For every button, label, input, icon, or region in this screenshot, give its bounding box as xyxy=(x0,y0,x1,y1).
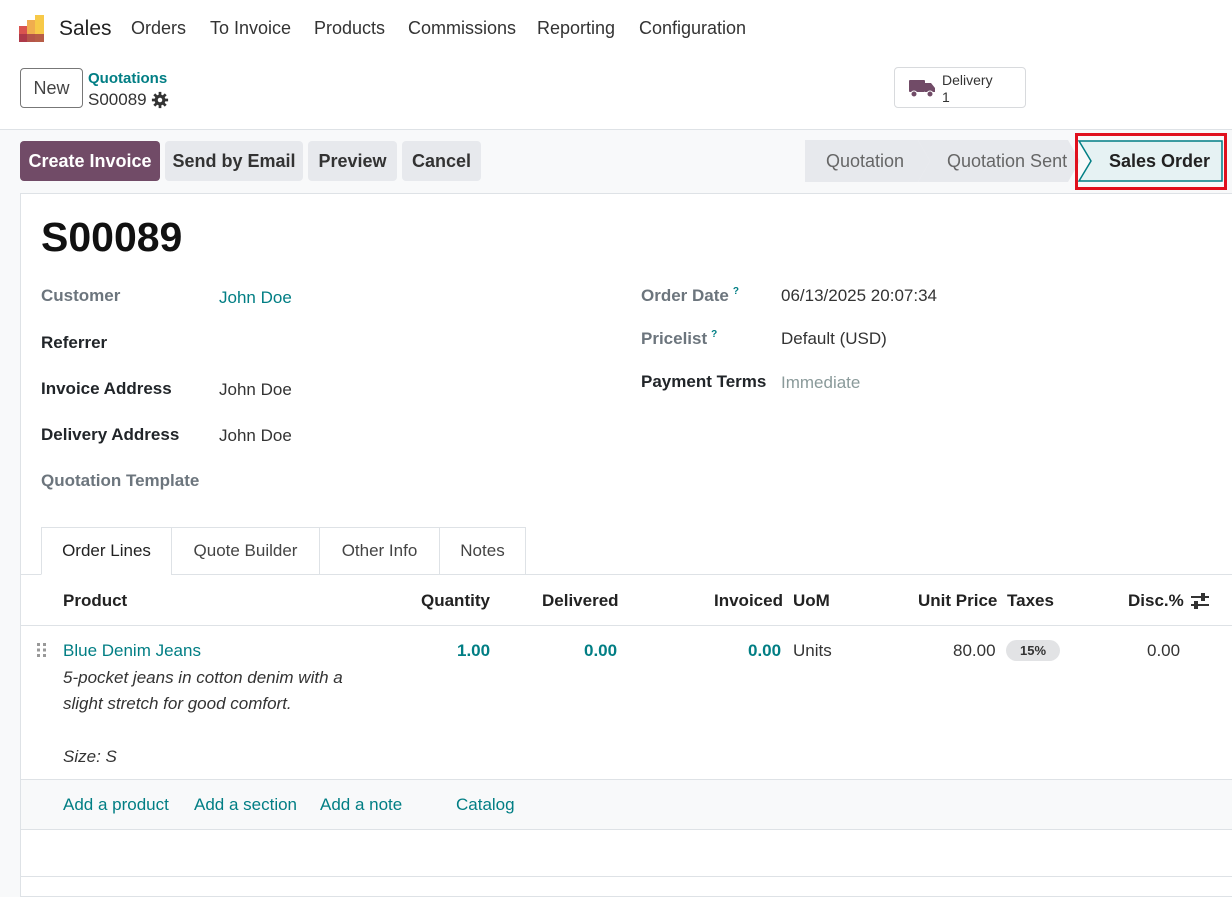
add-note-link[interactable]: Add a note xyxy=(320,795,402,815)
order-title: S00089 xyxy=(41,214,183,260)
menu-products[interactable]: Products xyxy=(314,18,385,39)
breadcrumb-quotations[interactable]: Quotations xyxy=(88,70,167,87)
invoiced-cell[interactable]: 0.00 xyxy=(748,641,781,661)
divider xyxy=(21,829,1232,830)
quantity-cell[interactable]: 1.00 xyxy=(457,641,490,661)
menu-to-invoice[interactable]: To Invoice xyxy=(210,18,291,39)
delivery-address-label: Delivery Address xyxy=(41,425,180,444)
product-name[interactable]: Blue Denim Jeans xyxy=(63,641,201,661)
uom-cell[interactable]: Units xyxy=(793,641,832,661)
status-quotation[interactable]: Quotation xyxy=(805,140,930,182)
menu-commissions[interactable]: Commissions xyxy=(408,18,516,39)
gear-icon[interactable] xyxy=(151,91,169,109)
tax-badge[interactable]: 15% xyxy=(1006,640,1060,661)
smart-button-count: 1 xyxy=(942,89,950,105)
col-unit-price[interactable]: Unit Price xyxy=(918,591,997,611)
tab-notes[interactable]: Notes xyxy=(439,527,526,575)
col-invoiced[interactable]: Invoiced xyxy=(714,591,783,611)
new-button[interactable]: New xyxy=(20,68,83,108)
sales-app-icon[interactable] xyxy=(17,14,47,44)
order-date-value[interactable]: 06/13/2025 20:07:34 xyxy=(781,286,937,306)
col-disc[interactable]: Disc.% xyxy=(1128,591,1184,611)
drag-handle-icon[interactable] xyxy=(36,642,48,658)
status-quotation-sent-label: Quotation Sent xyxy=(947,150,1068,171)
customer-value[interactable]: John Doe xyxy=(219,288,292,308)
pricelist-label: Pricelist? xyxy=(641,329,718,348)
product-variant: Size: S xyxy=(63,747,117,766)
col-quantity[interactable]: Quantity xyxy=(421,591,490,611)
order-date-label: Order Date? xyxy=(641,286,739,305)
payment-terms-label: Payment Terms xyxy=(641,372,767,391)
customer-label: Customer xyxy=(41,286,121,305)
col-taxes[interactable]: Taxes xyxy=(1007,591,1054,611)
catalog-link[interactable]: Catalog xyxy=(456,795,515,815)
optional-columns-icon[interactable] xyxy=(1190,591,1210,611)
payment-terms-value[interactable]: Immediate xyxy=(781,373,860,393)
col-uom[interactable]: UoM xyxy=(793,591,830,611)
quotation-template-label: Quotation Template xyxy=(41,471,200,490)
delivery-address-value[interactable]: John Doe xyxy=(219,426,292,446)
highlight-annotation xyxy=(1075,133,1227,190)
app-name[interactable]: Sales xyxy=(59,17,112,41)
pricelist-value[interactable]: Default (USD) xyxy=(781,329,887,349)
tab-quote-builder[interactable]: Quote Builder xyxy=(171,527,320,575)
add-product-link[interactable]: Add a product xyxy=(63,795,169,815)
unit-price-cell[interactable]: 80.00 xyxy=(953,641,996,661)
product-description: 5-pocket jeans in cotton denim with a xyxy=(63,668,343,687)
discount-cell[interactable]: 0.00 xyxy=(1147,641,1180,661)
help-icon[interactable]: ? xyxy=(733,286,739,297)
menu-reporting[interactable]: Reporting xyxy=(537,18,615,39)
invoice-address-label: Invoice Address xyxy=(41,379,172,398)
status-quotation-label: Quotation xyxy=(826,150,905,171)
menu-orders[interactable]: Orders xyxy=(131,18,186,39)
menu-configuration[interactable]: Configuration xyxy=(639,18,746,39)
delivered-cell[interactable]: 0.00 xyxy=(584,641,617,661)
divider xyxy=(21,625,1232,626)
create-invoice-button[interactable]: Create Invoice xyxy=(20,141,160,181)
top-navbar: Sales Orders To Invoice Products Commiss… xyxy=(0,0,1232,58)
col-delivered[interactable]: Delivered xyxy=(542,591,619,611)
help-icon[interactable]: ? xyxy=(711,329,717,340)
breadcrumb-current: S00089 xyxy=(88,90,147,109)
divider xyxy=(21,876,1232,877)
cancel-button[interactable]: Cancel xyxy=(402,141,481,181)
delivery-smart-button[interactable]: Delivery 1 xyxy=(894,67,1026,108)
col-product[interactable]: Product xyxy=(63,591,127,611)
truck-icon xyxy=(909,80,935,98)
status-quotation-sent[interactable]: Quotation Sent xyxy=(918,140,1080,182)
referrer-label: Referrer xyxy=(41,333,108,352)
tab-other-info[interactable]: Other Info xyxy=(319,527,440,575)
product-description: slight stretch for good comfort. xyxy=(63,694,292,713)
invoice-address-value[interactable]: John Doe xyxy=(219,380,292,400)
send-by-email-button[interactable]: Send by Email xyxy=(165,141,303,181)
smart-button-label: Delivery xyxy=(942,72,993,88)
preview-button[interactable]: Preview xyxy=(308,141,397,181)
add-section-link[interactable]: Add a section xyxy=(194,795,297,815)
tab-order-lines[interactable]: Order Lines xyxy=(41,527,172,575)
